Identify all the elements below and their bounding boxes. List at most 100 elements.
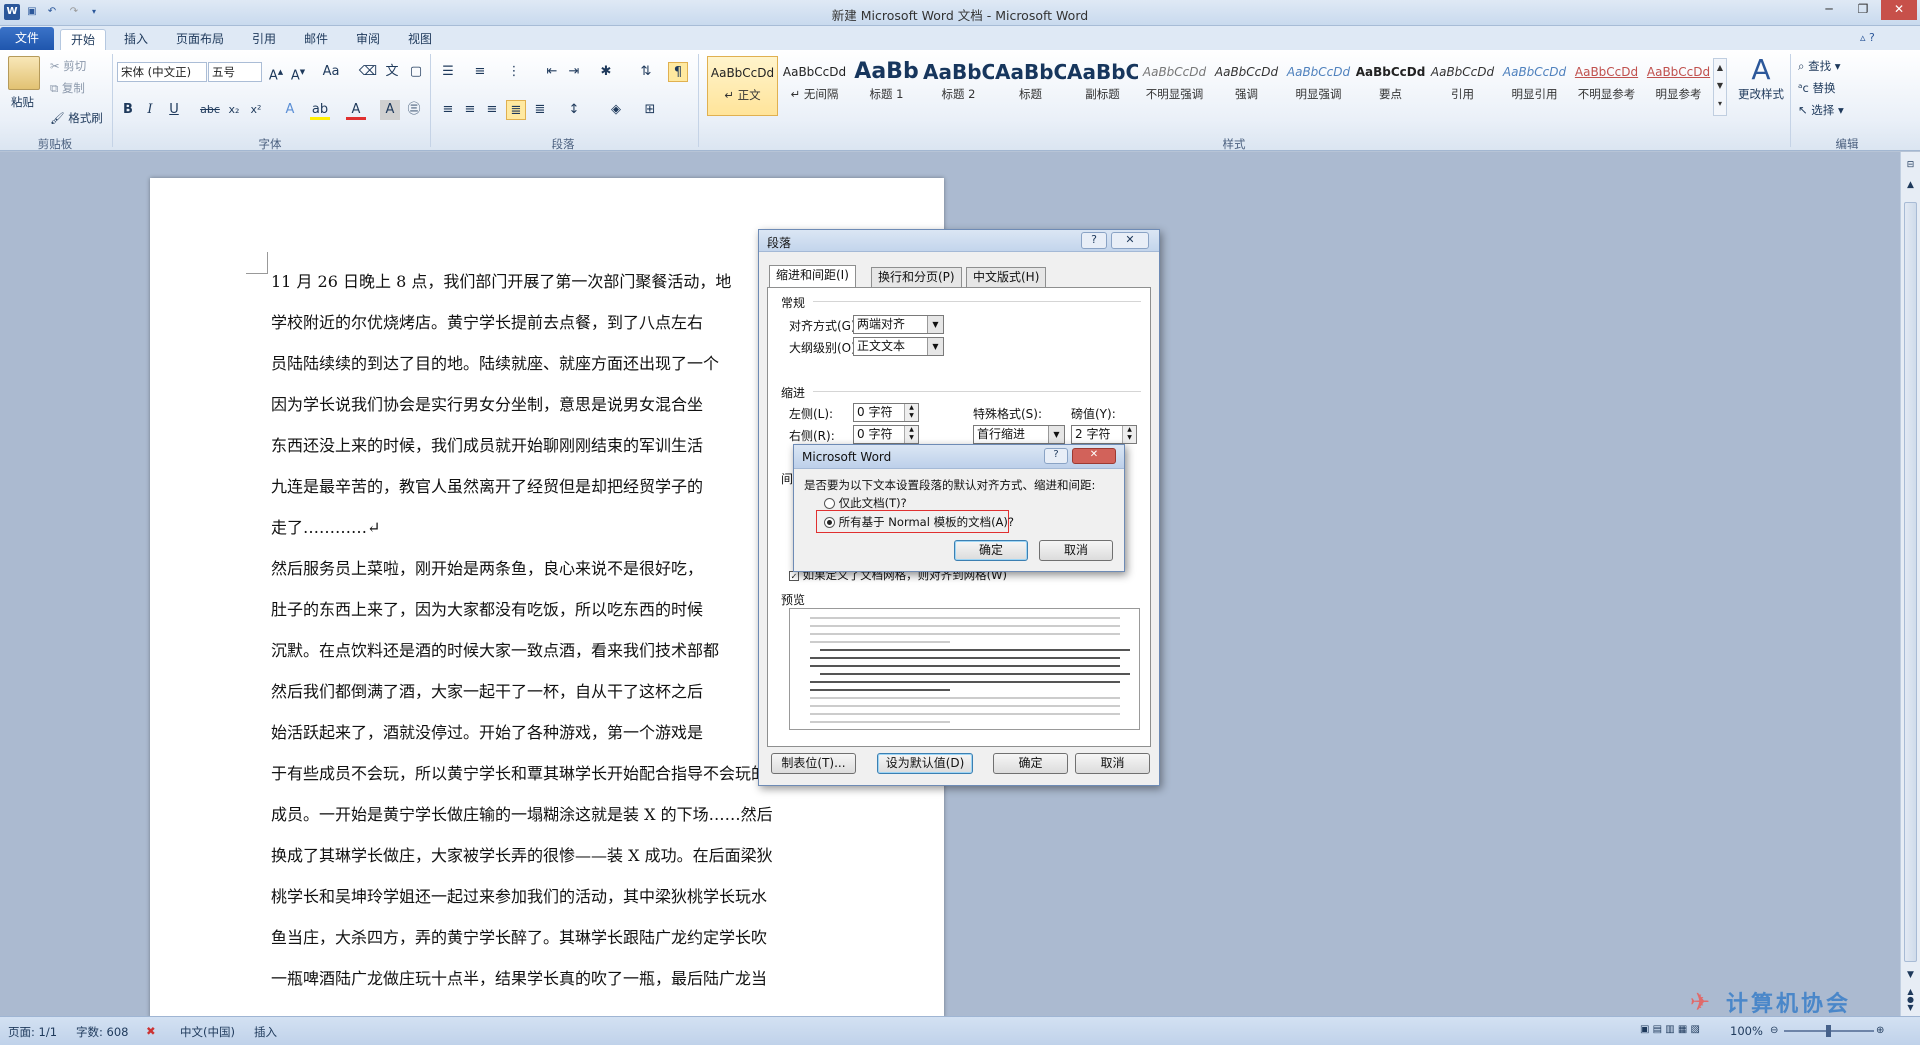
scroll-down-icon[interactable]: ▼ (1903, 970, 1918, 984)
zoom-slider[interactable]: ⊖ ⊕ (1770, 1025, 1890, 1037)
document-line[interactable]: 员陆陆续续的到达了目的地。陆续就座、就座方面还出现了一个 (271, 351, 831, 377)
restore-button[interactable]: ❐ (1847, 0, 1879, 20)
confirm-ok-button[interactable]: 确定 (954, 540, 1028, 561)
copy-button[interactable]: ⧉ 复制 (50, 80, 85, 96)
subscript-icon[interactable]: x₂ (224, 100, 244, 120)
view-buttons-icon[interactable]: ▣ ▤ ▥ ▦ ▧ (1640, 1024, 1700, 1035)
close-window-button[interactable]: ✕ (1881, 0, 1917, 20)
document-line[interactable]: 走了…………↵ (271, 515, 831, 541)
format-painter-button[interactable]: 🖌 格式刷 (50, 110, 103, 126)
align-right-icon[interactable]: ≡ (482, 100, 502, 120)
font-size-combo[interactable]: 五号 (208, 62, 262, 82)
shrink-font-icon[interactable]: A▼ (288, 62, 308, 83)
chinese-layout-icon[interactable]: ✱ (596, 62, 616, 82)
ruler-toggle-icon[interactable]: ⊟ (1903, 160, 1918, 174)
zoom-thumb[interactable] (1826, 1025, 1831, 1037)
document-line[interactable]: 东西还没上来的时候，我们成员就开始聊刚刚结束的军训生活 (271, 433, 831, 459)
browse-object-icon[interactable]: ▲ ● ▼ (1903, 988, 1918, 1012)
tab-indents-spacing[interactable]: 缩进和间距(I) (769, 265, 856, 287)
show-marks-icon[interactable]: ¶ (668, 62, 688, 82)
style-item[interactable]: AaBbCcDd 明显引用 (1499, 56, 1570, 116)
document-line[interactable]: 肚子的东西上来了，因为大家都没有吃饭，所以吃东西的时候 (271, 597, 831, 623)
option-normal-template[interactable]: 所有基于 Normal 模板的文档(A)? (824, 514, 1014, 530)
special-indent-select[interactable]: 首行缩进 ▼ (973, 425, 1065, 444)
document-line[interactable]: 11 月 26 日晚上 8 点，我们部门开展了第一次部门聚餐活动，地 (271, 269, 831, 295)
tab-home[interactable]: 开始 (60, 29, 107, 50)
document-line[interactable]: 一瓶啤酒陆广龙做庄玩十点半，结果学长真的吹了一瓶，最后陆广龙当 (271, 966, 831, 992)
grow-font-icon[interactable]: A▲ (266, 62, 286, 83)
line-spacing-icon[interactable]: ↕ (564, 100, 584, 120)
scroll-up-icon[interactable]: ▲ (1903, 180, 1918, 194)
distributed-icon[interactable]: ≣ (530, 100, 550, 120)
document-line[interactable]: 沉默。在点饮料还是酒的时候大家一致点酒，看来我们技术部都 (271, 638, 831, 664)
language-indicator[interactable]: 中文(中国) (180, 1024, 235, 1040)
strikethrough-icon[interactable]: abc (200, 100, 220, 120)
document-line[interactable]: 然后服务员上菜啦，刚开始是两条鱼，良心来说不是很好吃， (271, 556, 831, 582)
minimize-button[interactable]: ─ (1813, 0, 1845, 20)
zoom-in-icon[interactable]: ⊕ (1876, 1025, 1884, 1037)
tab-view[interactable]: 视图 (398, 29, 442, 50)
tabs-button[interactable]: 制表位(T)... (771, 753, 856, 774)
zoom-level[interactable]: 100% (1730, 1024, 1763, 1038)
style-item[interactable]: AaBb 标题 1 (851, 56, 922, 116)
outline-level-select[interactable]: 正文文本 ▼ (853, 337, 944, 356)
numbering-icon[interactable]: ≡ (470, 62, 490, 82)
justify-icon[interactable]: ≣ (506, 100, 526, 120)
style-item[interactable]: AaBbC 副标题 (1067, 56, 1138, 116)
style-item[interactable]: AaBbCcDd 明显参考 (1643, 56, 1714, 116)
align-left-icon[interactable]: ≡ (438, 100, 458, 120)
style-item[interactable]: AaBbCcDd 强调 (1211, 56, 1282, 116)
styles-scroll-icon[interactable]: ▲ ▼ ▾ (1713, 58, 1727, 116)
scroll-thumb[interactable] (1904, 202, 1917, 962)
cut-button[interactable]: ✂ 剪切 (50, 58, 86, 74)
increase-indent-icon[interactable]: ⇥ (564, 62, 584, 82)
document-line[interactable]: 换成了其琳学长做庄，大家被学长弄的很惨——装 X 成功。在后面梁狄 (271, 843, 831, 869)
right-indent-input[interactable]: 0 字符 ▲ ▼ (853, 425, 919, 444)
insert-mode-indicator[interactable]: 插入 (254, 1024, 277, 1040)
style-item[interactable]: AaBbCcDd ↵ 正文 (707, 56, 778, 116)
tab-insert[interactable]: 插入 (114, 29, 158, 50)
font-name-combo[interactable]: 宋体 (中文正) (117, 62, 207, 82)
style-item[interactable]: AaBbCcDd 不明显强调 (1139, 56, 1210, 116)
text-effects-icon[interactable]: A (280, 100, 300, 120)
proofing-icon[interactable]: ✖ (146, 1024, 156, 1038)
change-case-icon[interactable]: Aa (318, 62, 344, 82)
spin-arrows-icon[interactable]: ▲ ▼ (904, 426, 918, 443)
paste-button[interactable]: 粘贴 (11, 94, 34, 110)
document-line[interactable]: 鱼当庄，大杀四方，弄的黄宁学长醉了。其琳学长跟陆广龙约定学长吹 (271, 925, 831, 951)
set-default-button[interactable]: 设为默认值(D) (877, 753, 973, 774)
multilevel-list-icon[interactable]: ⋮ (504, 62, 524, 82)
spin-arrows-icon[interactable]: ▲ ▼ (904, 404, 918, 421)
tab-mailings[interactable]: 邮件 (294, 29, 338, 50)
document-line[interactable]: 成员。一开始是黄宁学长做庄输的一塌糊涂这就是装 X 的下场……然后 (271, 802, 831, 828)
help-icon[interactable]: ? (1044, 448, 1068, 464)
enclose-char-icon[interactable]: ㊂ (404, 100, 424, 120)
vertical-scrollbar[interactable]: ⊟ ▲ ▼ ▲ ● ▼ (1900, 152, 1920, 1016)
tab-review[interactable]: 审阅 (346, 29, 390, 50)
by-input[interactable]: 2 字符 ▲ ▼ (1071, 425, 1137, 444)
style-item[interactable]: AaBbCcDd 引用 (1427, 56, 1498, 116)
style-item[interactable]: AaBbCcDd 明显强调 (1283, 56, 1354, 116)
replace-button[interactable]: ᵃc 替换 (1798, 80, 1835, 96)
italic-icon[interactable]: I (140, 100, 160, 120)
phonetic-guide-icon[interactable]: 文 (382, 62, 402, 82)
spin-arrows-icon[interactable]: ▲ ▼ (1122, 426, 1136, 443)
tab-line-page-breaks[interactable]: 换行和分页(P) (871, 267, 962, 287)
bold-icon[interactable]: B (118, 100, 138, 120)
style-item[interactable]: AaBbCcDd 要点 (1355, 56, 1426, 116)
clear-format-icon[interactable]: ⌫ (358, 62, 378, 82)
document-line[interactable]: 桃学长和吴坤玲学姐还一起过来参加我们的活动，其中梁狄桃学长玩水 (271, 884, 831, 910)
style-item[interactable]: AaBbCcDd 不明显参考 (1571, 56, 1642, 116)
paste-icon[interactable] (8, 56, 40, 90)
word-count[interactable]: 字数: 608 (76, 1024, 128, 1040)
document-line[interactable]: 学校附近的尔优烧烤店。黄宁学长提前去点餐，到了八点左右 (271, 310, 831, 336)
close-icon[interactable]: ✕ (1072, 448, 1116, 464)
tab-page-layout[interactable]: 页面布局 (166, 29, 234, 50)
underline-icon[interactable]: U (164, 100, 184, 120)
style-item[interactable]: AaBbC 标题 2 (923, 56, 994, 116)
char-border-icon[interactable]: ▢ (406, 62, 426, 82)
cancel-button[interactable]: 取消 (1075, 753, 1150, 774)
find-button[interactable]: ⌕ 查找 ▾ (1798, 58, 1841, 74)
char-shading-icon[interactable]: A (380, 100, 400, 120)
document-line[interactable]: 于有些成员不会玩，所以黄宁学长和覃其琳学长开始配合指导不会玩的 (271, 761, 831, 787)
